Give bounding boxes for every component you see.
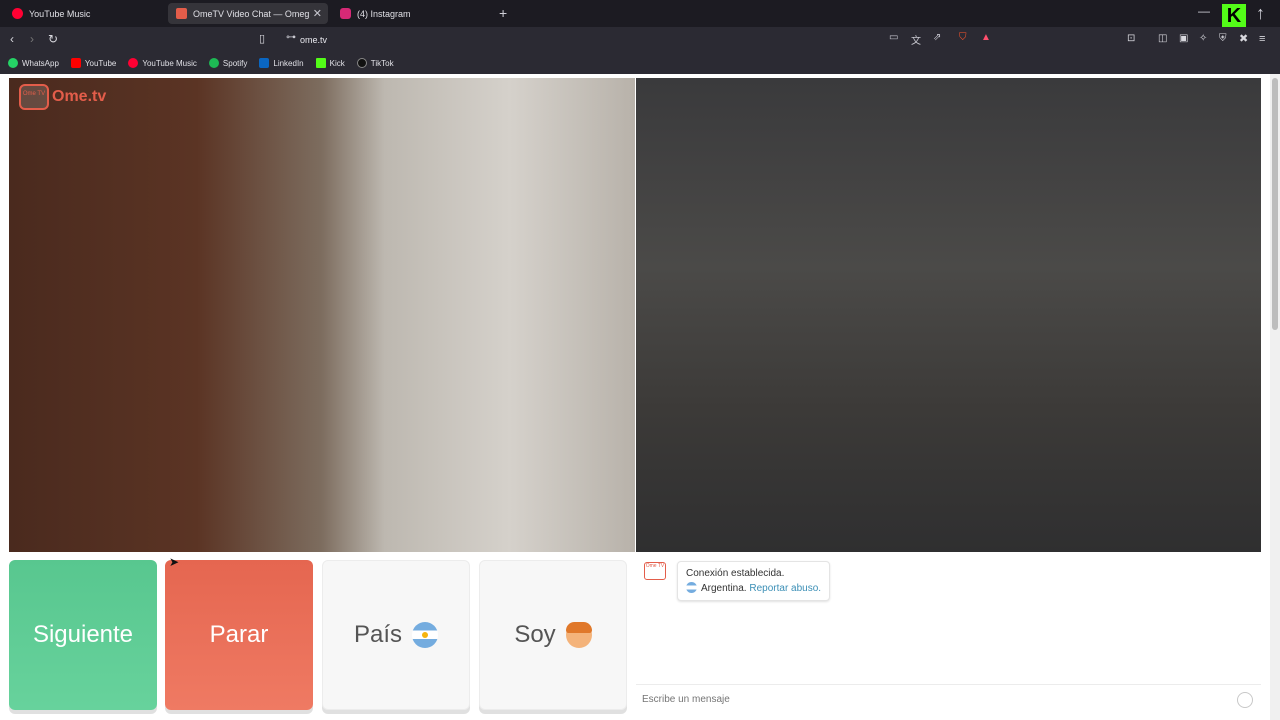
vpn-icon[interactable]: ⛨	[1219, 32, 1227, 46]
tab-strip: YouTube Music OmeTV Video Chat — Omeg ✕ …	[0, 0, 1280, 28]
bookmark-linkedin[interactable]: LinkedIn	[259, 58, 304, 68]
bookmark-whatsapp[interactable]: WhatsApp	[8, 58, 59, 68]
screenshot-icon[interactable]: ⊡	[1127, 32, 1135, 46]
youtube-music-icon	[12, 8, 23, 19]
linkedin-icon	[259, 58, 270, 68]
ometv-logo: Ome TV Ome.tv	[19, 84, 106, 110]
browser-toolbar: ‹ › ↻ ▯ ⊶ ome.tv ▭ 文 ⇗ ⛉ ▲ ⊡ ◫ ▣ ✧ ⛨ ✖ ≡	[0, 27, 1280, 52]
ometv-chat-logo-icon: Ome TV	[644, 562, 666, 580]
share-icon[interactable]: ⇗	[933, 32, 941, 43]
gender-button[interactable]: Soy	[479, 560, 627, 710]
tv-logo-icon: Ome TV	[19, 84, 49, 110]
ometv-icon	[176, 8, 187, 19]
spotify-icon	[208, 58, 219, 68]
brave-rewards-icon[interactable]: ▲	[981, 32, 991, 43]
forward-icon[interactable]: ›	[30, 32, 34, 46]
country-line: Argentina. Reportar abuso.	[686, 581, 821, 596]
tab-instagram[interactable]: (4) Instagram	[332, 3, 492, 24]
bookmarks-bar: WhatsApp YouTube YouTube Music Spotify L…	[0, 52, 1280, 74]
upload-arrow-icon: ↑	[1256, 3, 1265, 23]
tab-title: (4) Instagram	[357, 8, 411, 19]
system-message: Conexión establecida. Argentina. Reporta…	[677, 561, 831, 601]
message-input[interactable]	[642, 694, 1222, 705]
argentina-flag-icon	[412, 622, 439, 648]
bookmark-youtube[interactable]: YouTube	[70, 58, 116, 68]
minimize-icon[interactable]: —	[1198, 4, 1210, 18]
bookmark-youtube-music[interactable]: YouTube Music	[128, 58, 197, 68]
new-tab-button[interactable]: +	[499, 5, 507, 21]
page-scrollbar[interactable]	[1270, 74, 1280, 720]
bookmark-icon[interactable]: ▯	[259, 32, 265, 46]
youtube-icon	[70, 58, 81, 68]
scrollbar-thumb[interactable]	[1272, 78, 1278, 330]
sidebar-icon[interactable]: ◫	[1158, 32, 1167, 46]
close-tab-icon[interactable]: ✕	[313, 7, 322, 20]
country-name: Argentina.	[701, 583, 747, 594]
wallet-icon[interactable]: ▣	[1179, 32, 1188, 46]
back-icon[interactable]: ‹	[10, 32, 14, 46]
argentina-flag-icon	[686, 582, 697, 593]
bookmark-kick[interactable]: Kick	[315, 58, 345, 68]
url-text[interactable]: ome.tv	[300, 35, 327, 45]
translate-icon[interactable]: 文	[911, 32, 921, 47]
mouse-cursor-icon: ➤	[169, 555, 180, 569]
tab-title: OmeTV Video Chat — Omeg	[193, 8, 310, 19]
kick-logo-icon: K	[1222, 4, 1246, 28]
whatsapp-icon	[8, 58, 18, 68]
logo-text: Ome.tv	[52, 88, 107, 105]
cast-icon[interactable]: ▭	[889, 32, 898, 43]
kick-icon	[315, 58, 326, 68]
boy-emoji-icon	[565, 622, 592, 648]
site-info-icon[interactable]: ⊶	[286, 32, 296, 43]
youtube-music-icon	[128, 58, 139, 68]
self-video	[636, 78, 1261, 552]
tiktok-icon	[356, 58, 367, 68]
country-label: País	[353, 621, 403, 648]
tab-title: YouTube Music	[29, 8, 91, 19]
brave-shield-icon[interactable]: ⛉	[959, 32, 967, 43]
address-bar[interactable]: ⊶ ome.tv ▭ 文 ⇗ ⛉ ▲	[276, 30, 1000, 49]
gender-label: Soy	[514, 621, 556, 648]
tab-ometv[interactable]: OmeTV Video Chat — Omeg ✕	[168, 3, 328, 24]
report-abuse-link[interactable]: Reportar abuso.	[749, 583, 821, 594]
instagram-icon	[340, 8, 351, 19]
ai-icon[interactable]: ✧	[1199, 32, 1207, 46]
emoji-icon[interactable]	[1237, 692, 1253, 708]
stop-button[interactable]: Parar	[165, 560, 313, 710]
bookmark-spotify[interactable]: Spotify	[208, 58, 247, 68]
reload-icon[interactable]: ↻	[48, 32, 58, 46]
connection-status: Conexión establecida.	[686, 568, 785, 579]
country-button[interactable]: País	[322, 560, 470, 710]
chat-panel: Ome TV Conexión establecida. Argentina. …	[636, 556, 1261, 720]
tab-youtube-music[interactable]: YouTube Music	[4, 3, 164, 24]
extensions-icon[interactable]: ✖	[1239, 32, 1248, 46]
page-content: Ome TV Ome.tv Siguiente Parar País Soy O…	[0, 74, 1280, 720]
message-input-bar	[636, 684, 1261, 714]
menu-icon[interactable]: ≡	[1259, 32, 1265, 46]
next-button[interactable]: Siguiente	[9, 560, 157, 710]
bookmark-tiktok[interactable]: TikTok	[356, 58, 394, 68]
stranger-video: Ome TV Ome.tv	[9, 78, 635, 552]
